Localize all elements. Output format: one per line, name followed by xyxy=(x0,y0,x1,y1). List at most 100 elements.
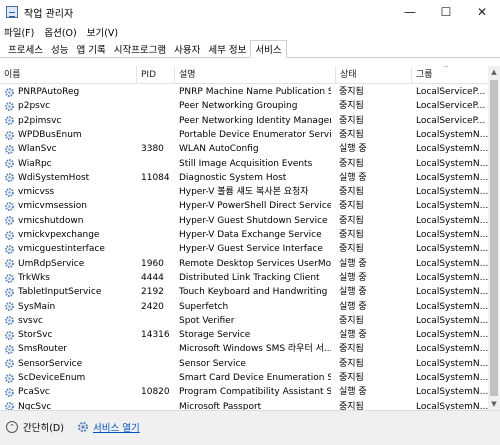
service-name-cell: SysMain xyxy=(4,300,136,314)
tab-services[interactable]: 서비스 xyxy=(250,40,287,58)
table-row[interactable]: TrkWks 4444 Distributed Link Tracking Clie… xyxy=(0,271,488,285)
service-gear-icon xyxy=(4,401,15,410)
tab-processes[interactable]: 프로세스 xyxy=(4,41,47,57)
service-name: TrkWks xyxy=(18,272,50,283)
services-gear-icon xyxy=(78,422,88,432)
service-name: p2pimsvc xyxy=(18,115,62,126)
table-row[interactable]: SysMain 2420 Superfetch 실행 중 LocalSystemN... xyxy=(0,300,488,314)
service-name-cell: vmicshutdown xyxy=(4,214,136,228)
table-row[interactable]: PNRPAutoReg PNRP Machine Name Publication… xyxy=(0,85,488,99)
tab-performance[interactable]: 성능 xyxy=(47,41,72,57)
service-description: Still Image Acquisition Events xyxy=(179,158,313,169)
table-row[interactable]: WdiSystemHost 11084 Diagnostic System Host… xyxy=(0,171,488,185)
service-name: vmicguestinterface xyxy=(18,244,105,255)
service-description: Program Compatibility Assistant Se... xyxy=(179,387,331,398)
service-group: LocalSystemN... xyxy=(416,315,488,326)
table-row[interactable]: vmicguestinterface Hyper-V Guest Service … xyxy=(0,242,488,256)
service-gear-icon xyxy=(4,315,15,326)
tab-app-history[interactable]: 앱 기록 xyxy=(72,41,109,57)
menu-file[interactable]: 파일(F) xyxy=(4,25,34,39)
scroll-down-arrow-icon[interactable]: ▼ xyxy=(488,398,500,410)
service-group: LocalSystemN... xyxy=(416,129,488,140)
table-row[interactable]: TabletInputService 2192 Touch Keyboard and… xyxy=(0,285,488,299)
service-status: 중지됨 xyxy=(339,187,364,198)
table-row[interactable]: p2pimsvc Peer Networking Identity Manager… xyxy=(0,114,488,128)
column-header-name[interactable]: 이름 xyxy=(0,66,137,84)
service-pid xyxy=(141,357,175,371)
close-button[interactable]: ✕ xyxy=(464,0,500,24)
service-description: Remote Desktop Services UserMod... xyxy=(179,258,331,269)
table-row[interactable]: vmickvpexchange Hyper-V Data Exchange Ser… xyxy=(0,228,488,242)
service-gear-icon xyxy=(4,172,15,183)
service-pid: 1960 xyxy=(141,258,164,269)
service-pid xyxy=(141,157,175,171)
service-description: Spot Verifier xyxy=(179,315,235,326)
table-row[interactable]: vmicshutdown Hyper-V Guest Shutdown Servi… xyxy=(0,214,488,228)
service-name-cell: PcaSvc xyxy=(4,385,136,399)
service-name: ScDeviceEnum xyxy=(18,373,86,383)
column-header-status[interactable]: 상태 xyxy=(336,66,412,84)
service-group: LocalServiceP... xyxy=(416,115,486,126)
table-row[interactable]: WiaRpc Still Image Acquisition Events 중지됨 L… xyxy=(0,157,488,171)
service-group: LocalServiceP... xyxy=(416,101,486,112)
open-services-link[interactable]: 서비스 열기 xyxy=(77,420,140,434)
service-gear-icon xyxy=(4,130,15,141)
table-row[interactable]: p2psvc Peer Networking Grouping 중지됨 LocalSe… xyxy=(0,99,488,113)
service-gear-icon xyxy=(4,244,15,255)
column-header-group[interactable]: 그룹 xyxy=(412,66,488,84)
table-row[interactable]: PcaSvc 10820 Program Compatibility Assista… xyxy=(0,385,488,399)
service-name-cell: vmickvpexchange xyxy=(4,228,136,242)
menu-options[interactable]: 옵션(O) xyxy=(44,25,76,39)
table-row[interactable]: NgcSvc Microsoft Passport 중지됨 LocalSystemN.… xyxy=(0,400,488,410)
scroll-up-arrow-icon[interactable]: ▲ xyxy=(488,66,500,78)
minimize-button[interactable]: — xyxy=(392,0,428,24)
service-gear-icon xyxy=(4,187,15,198)
table-row[interactable]: UmRdpService 1960 Remote Desktop Services … xyxy=(0,257,488,271)
fewer-details-button[interactable]: ⌃ 간단히(D) xyxy=(6,420,64,434)
table-row[interactable]: SensorService Sensor Service 중지됨 LocalSyste… xyxy=(0,357,488,371)
service-group: LocalSystemN... xyxy=(416,187,488,198)
service-group: LocalSystemN... xyxy=(416,272,488,283)
service-description: Superfetch xyxy=(179,301,229,312)
service-status: 실행 중 xyxy=(339,330,367,341)
tab-details[interactable]: 세부 정보 xyxy=(204,41,250,57)
service-name: SensorService xyxy=(18,358,83,369)
service-gear-icon xyxy=(4,230,15,241)
column-header-description[interactable]: 설명 xyxy=(175,66,336,84)
task-manager-icon xyxy=(6,6,18,18)
service-status: 실행 중 xyxy=(339,287,367,298)
service-status: 중지됨 xyxy=(339,244,364,255)
service-description: Smart Card Device Enumeration Se... xyxy=(179,373,331,383)
table-row[interactable]: StorSvc 14316 Storage Service 실행 중 LocalSyst… xyxy=(0,328,488,342)
service-gear-icon xyxy=(4,358,15,369)
service-pid xyxy=(141,199,175,213)
table-row[interactable]: WPDBusEnum Portable Device Enumerator Ser… xyxy=(0,128,488,142)
service-name-cell: ScDeviceEnum xyxy=(4,371,136,385)
maximize-button[interactable]: ☐ xyxy=(428,0,464,24)
service-name: WiaRpc xyxy=(18,158,52,169)
service-gear-icon xyxy=(4,373,15,384)
tab-users[interactable]: 사용자 xyxy=(170,41,204,57)
menu-bar: 파일(F) 옵션(O) 보기(V) xyxy=(0,24,500,40)
service-status: 실행 중 xyxy=(339,144,367,155)
table-row[interactable]: WlanSvc 3380 WLAN AutoConfig 실행 중 LocalSyste… xyxy=(0,142,488,156)
table-row[interactable]: vmicvmsession Hyper-V PowerShell Direct S… xyxy=(0,199,488,213)
service-name-cell: svsvc xyxy=(4,314,136,328)
service-status: 중지됨 xyxy=(339,158,364,169)
column-header-pid[interactable]: PID xyxy=(137,66,175,84)
vertical-scrollbar[interactable]: ▲ ▼ xyxy=(488,66,500,410)
table-row[interactable]: SmsRouter Microsoft Windows SMS 라우터 서... 중… xyxy=(0,342,488,356)
service-status: 중지됨 xyxy=(339,129,364,140)
table-row[interactable]: vmicvss Hyper-V 볼륨 섀도 복사본 요청자 중지됨 LocalSyst… xyxy=(0,185,488,199)
service-pid xyxy=(141,228,175,242)
tab-startup[interactable]: 시작프로그램 xyxy=(110,41,170,57)
service-description: Peer Networking Identity Manager xyxy=(179,115,331,126)
service-status: 중지됨 xyxy=(339,230,364,240)
service-description: PNRP Machine Name Publication S... xyxy=(179,87,331,97)
service-description: Hyper-V PowerShell Direct Service xyxy=(179,201,331,212)
table-row[interactable]: ScDeviceEnum Smart Card Device Enumeratio… xyxy=(0,371,488,385)
scrollbar-thumb[interactable] xyxy=(490,80,498,396)
table-row[interactable]: svsvc Spot Verifier 중지됨 LocalSystemN... xyxy=(0,314,488,328)
service-gear-icon xyxy=(4,215,15,226)
menu-view[interactable]: 보기(V) xyxy=(87,25,118,39)
